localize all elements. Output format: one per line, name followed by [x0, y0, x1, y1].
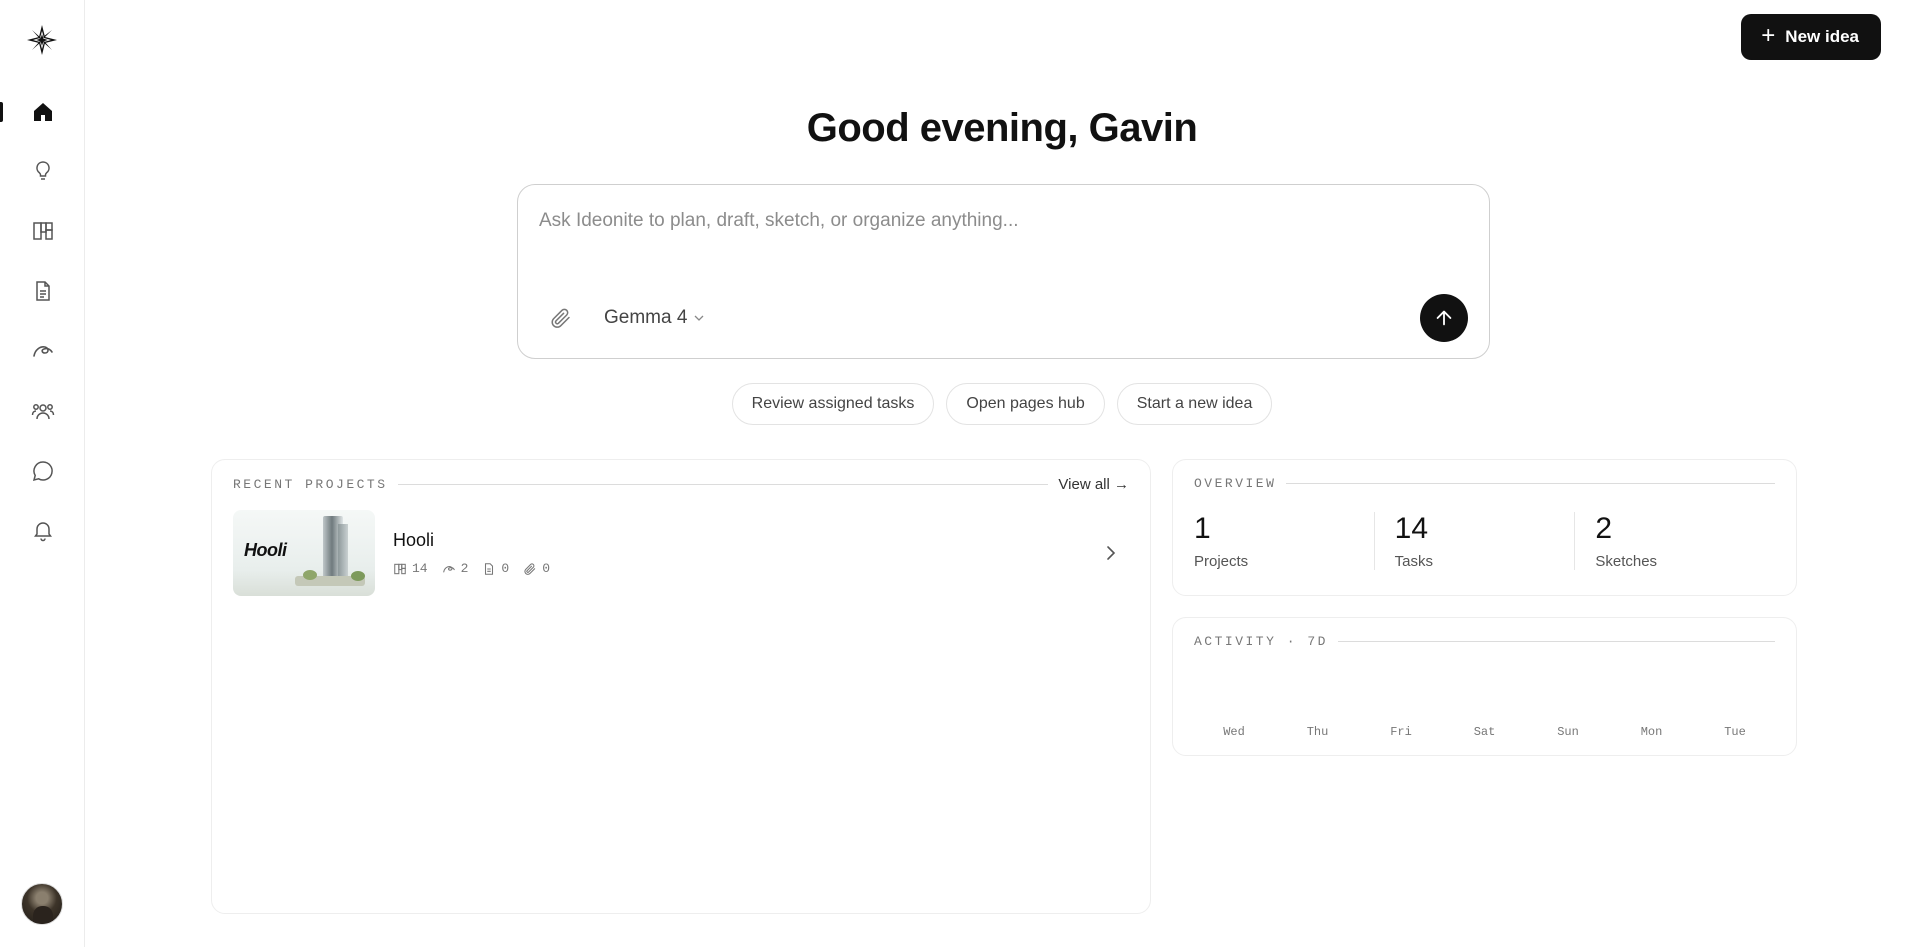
model-select[interactable]: Gemma 4 [604, 307, 705, 329]
day-label: Mon [1640, 725, 1663, 739]
page-title: Good evening, Gavin [806, 106, 1198, 150]
prompt-box: Gemma 4 [517, 184, 1490, 359]
project-pages-count: 0 [501, 561, 510, 576]
lightbulb-icon [35, 161, 50, 180]
stat-value: 14 [1394, 512, 1429, 545]
sidebar-item-notifications[interactable] [0, 510, 85, 550]
day-label: Thu [1306, 725, 1329, 739]
tree-graphic [351, 571, 365, 581]
sidebar-item-sketches[interactable] [0, 331, 85, 371]
divider [1286, 483, 1775, 484]
activity-label: ACTIVITY · 7D [1194, 634, 1328, 649]
divider [1337, 641, 1775, 642]
overview-header: OVERVIEW [1194, 476, 1775, 491]
squiggle-icon [32, 346, 53, 357]
overview-stat-sketches[interactable]: 2 Sketches [1574, 512, 1775, 570]
attach-button[interactable] [549, 306, 573, 330]
day-label: Sat [1473, 725, 1496, 739]
sidebar-item-boards[interactable] [0, 211, 85, 251]
project-tasks-stat: 14 [393, 561, 428, 576]
overview-stats: 1 Projects 14 Tasks 2 Sketches [1194, 512, 1775, 570]
project-stats: 14 2 0 0 [393, 561, 1101, 576]
project-tasks-count: 14 [412, 561, 428, 576]
chip-review-assigned-tasks[interactable]: Review assigned tasks [731, 383, 935, 425]
sidebar-item-ideas[interactable] [0, 151, 85, 191]
recent-projects-label: RECENT PROJECTS [233, 477, 388, 492]
stat-value: 2 [1595, 512, 1613, 545]
paperclip-icon [524, 562, 536, 575]
arrow-up-icon [1436, 310, 1452, 326]
bell-icon [33, 522, 52, 542]
day-label: Sun [1557, 725, 1579, 739]
recent-projects-card: RECENT PROJECTS View all → Hooli Hooli 1… [211, 459, 1151, 914]
overview-card: OVERVIEW 1 Projects 14 Tasks 2 Sketches [1172, 459, 1797, 596]
project-sketches-stat: 2 [442, 561, 469, 576]
chat-bubble-icon [32, 461, 53, 482]
stat-label: Tasks [1394, 553, 1434, 570]
document-icon [485, 562, 494, 575]
send-button[interactable] [1420, 294, 1468, 342]
compass-star-logo[interactable] [26, 24, 58, 56]
sidebar-item-chat[interactable] [0, 451, 85, 491]
board-icon [32, 222, 53, 240]
tree-graphic [303, 570, 317, 580]
day-label: Wed [1223, 725, 1245, 739]
project-info: Hooli 14 2 0 0 [393, 530, 1101, 576]
project-sketches-count: 2 [460, 561, 469, 576]
tower-graphic [338, 524, 348, 584]
suggestion-chips: Review assigned tasks Open pages hub Sta… [0, 383, 1919, 425]
divider [397, 484, 1049, 485]
paperclip-icon [551, 308, 570, 328]
view-all-link[interactable]: View all → [1058, 476, 1129, 493]
chip-open-pages-hub[interactable]: Open pages hub [946, 383, 1105, 425]
user-avatar[interactable] [21, 883, 63, 925]
model-select-value: Gemma 4 [604, 307, 688, 328]
overview-label: OVERVIEW [1194, 476, 1277, 491]
document-icon [35, 281, 50, 301]
overview-stat-tasks[interactable]: 14 Tasks [1373, 512, 1575, 570]
activity-header: ACTIVITY · 7D [1194, 634, 1775, 649]
project-files-count: 0 [542, 561, 551, 576]
new-idea-label: New idea [1785, 27, 1859, 46]
day-label: Tue [1724, 725, 1746, 739]
board-icon [394, 563, 406, 574]
chevron-right-icon [1107, 546, 1116, 560]
project-thumbnail: Hooli [233, 510, 375, 596]
new-idea-button[interactable]: + New idea [1741, 14, 1881, 60]
stat-value: 1 [1194, 512, 1211, 545]
recent-projects-header: RECENT PROJECTS View all → [233, 476, 1129, 493]
activity-days: Wed Thu Fri Sat Sun Mon Tue [1194, 725, 1775, 739]
day-label: Fri [1390, 725, 1412, 739]
stat-label: Projects [1194, 553, 1249, 570]
project-files-stat: 0 [523, 561, 550, 576]
project-pages-stat: 0 [482, 561, 509, 576]
sidebar-item-pages[interactable] [0, 271, 85, 311]
stat-label: Sketches [1595, 553, 1658, 570]
overview-stat-projects[interactable]: 1 Projects [1194, 512, 1374, 570]
project-name: Hooli [393, 530, 435, 550]
plus-icon: + [1761, 22, 1776, 49]
project-row-hooli[interactable]: Hooli Hooli 14 2 0 0 [233, 510, 1129, 596]
chip-start-new-idea[interactable]: Start a new idea [1116, 383, 1273, 425]
prompt-input[interactable] [539, 210, 1439, 232]
thumbnail-brand-text: Hooli [244, 540, 287, 560]
chevron-down-icon [693, 312, 705, 327]
activity-card: ACTIVITY · 7D Wed Thu Fri Sat Sun Mon Tu… [1172, 617, 1797, 756]
squiggle-icon [442, 565, 455, 572]
